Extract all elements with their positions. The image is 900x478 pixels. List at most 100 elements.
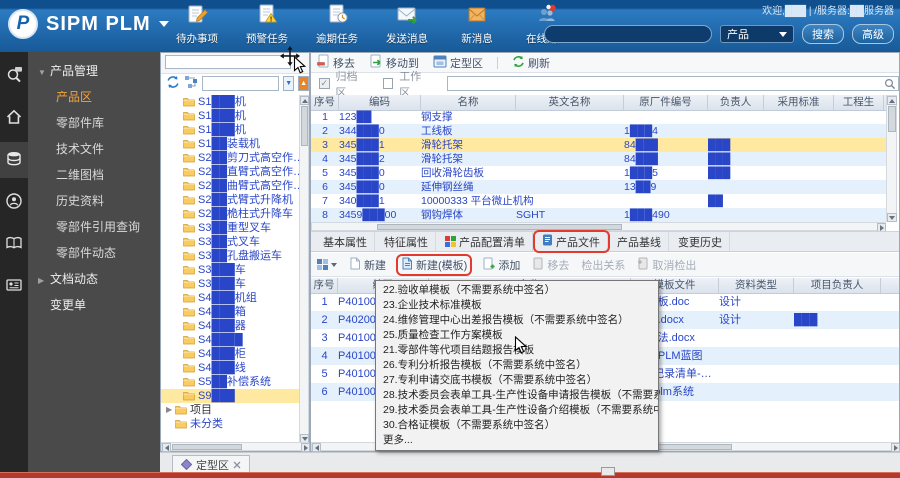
tree-item[interactable]: S3███车 <box>161 277 299 291</box>
workspace-checkbox[interactable] <box>383 78 394 89</box>
template-menu-item[interactable]: 23.企业技术标准模板 <box>376 298 658 313</box>
tree-filter-input[interactable] <box>165 55 291 69</box>
tree-item[interactable]: S2██曲臂式高空作… <box>161 179 299 193</box>
refresh-icon[interactable] <box>166 75 180 92</box>
tree-item[interactable]: S2██直臂式高空作… <box>161 165 299 179</box>
tree-item[interactable]: S3██重型叉车 <box>161 221 299 235</box>
side-menu-item[interactable]: ▼产品管理 <box>28 58 160 84</box>
side-menu-item[interactable]: ▶文档动态 <box>28 266 160 292</box>
cancel-checkout-button[interactable]: 取消检出 <box>637 257 696 273</box>
search-prev-button[interactable]: ▲ <box>298 76 309 91</box>
tree-item[interactable]: S1███机 <box>161 95 299 109</box>
search-next-button[interactable]: ▼ <box>283 76 294 91</box>
template-menu-item[interactable]: 22.验收单模板（不需要系统中签名） <box>376 283 658 298</box>
new-file-button[interactable]: 新建 <box>349 257 386 273</box>
tab-feature-attrs[interactable]: 特征属性 <box>377 232 436 251</box>
table-row[interactable]: 7340███110000333 平台微止机构██ <box>311 194 886 208</box>
side-menu-item[interactable]: 技术文件 <box>28 136 160 162</box>
rail-support-button[interactable] <box>0 184 28 220</box>
resize-handle[interactable] <box>601 467 615 476</box>
column-header[interactable]: 资料类型 <box>719 278 794 293</box>
tab-basic-attrs[interactable]: 基本属性 <box>316 232 375 251</box>
tree-item[interactable]: S4████ <box>161 333 299 347</box>
template-menu-item[interactable]: 27.专利申请交底书模板（不需要系统中签名） <box>376 373 658 388</box>
template-menu-item[interactable]: 26.专利分析报告模板（不需要系统中签名） <box>376 358 658 373</box>
table-row[interactable]: 6345███0延伸钢丝绳13██9 <box>311 180 886 194</box>
tab-product-files[interactable]: 产品文件 <box>535 232 608 251</box>
side-menu-item[interactable]: 二维图档 <box>28 162 160 188</box>
rail-idcard-button[interactable] <box>0 268 28 304</box>
side-menu-item[interactable]: 变更单 <box>28 292 160 318</box>
archive-zone-checkbox[interactable]: ✓ <box>319 78 330 89</box>
todo-items-button[interactable]: 待办事项 <box>170 3 224 46</box>
column-header[interactable]: 原厂件编号 <box>624 95 708 110</box>
template-menu-item[interactable]: 25.质量检查工作方案模板 <box>376 328 658 343</box>
tree-horizontal-scrollbar[interactable] <box>161 442 309 451</box>
tree-item[interactable]: S1██装载机 <box>161 137 299 151</box>
table-row[interactable]: 5345███0回收滑轮齿板1███5███ <box>311 166 886 180</box>
column-header[interactable]: 序号 <box>311 95 339 110</box>
tree-item[interactable]: S5██补偿系统 <box>161 375 299 389</box>
column-header[interactable]: 编码 <box>339 95 421 110</box>
view-mode-button[interactable] <box>317 259 337 270</box>
parts-table-hscrollbar[interactable] <box>311 222 886 231</box>
tree-item[interactable]: S3███车 <box>161 263 299 277</box>
tab-change-history[interactable]: 变更历史 <box>671 232 730 251</box>
table-row[interactable]: 1123██钢支撑 <box>311 110 886 124</box>
checkout-relation-button[interactable]: 检出关系 <box>581 257 625 273</box>
tab-product-baseline[interactable]: 产品基线 <box>610 232 669 251</box>
add-file-button[interactable]: 添加 <box>482 257 520 273</box>
template-menu-item[interactable]: 更多... <box>376 433 658 448</box>
new-message-button[interactable]: 新消息 <box>450 3 504 46</box>
tree-item[interactable]: S1███机 <box>161 123 299 137</box>
final-zone-button[interactable]: 定型区 <box>433 55 483 71</box>
warning-tasks-button[interactable]: 预警任务 <box>240 3 294 46</box>
column-header[interactable]: 工程生 <box>834 95 884 110</box>
parts-table-vscrollbar[interactable] <box>886 95 897 222</box>
side-menu-item[interactable]: 历史资料 <box>28 188 160 214</box>
search-button[interactable]: 搜索 <box>802 24 844 44</box>
send-message-button[interactable]: 发送消息 <box>380 3 434 46</box>
app-logo-menu[interactable]: P SIPM PLM <box>8 9 169 39</box>
template-menu-item[interactable]: 24.维修管理中心出差报告模板（不需要系统中签名） <box>376 313 658 328</box>
template-menu-item[interactable]: 21.零部件等代项目结题报告模板 <box>376 343 658 358</box>
tree-item[interactable]: 未分类 <box>161 417 299 431</box>
tree-search-input[interactable] <box>202 76 279 91</box>
list-filter-input[interactable] <box>447 76 900 91</box>
tree-item[interactable]: S4███箱 <box>161 305 299 319</box>
tree-item[interactable]: S4███线 <box>161 361 299 375</box>
table-row[interactable]: 2344███0工线板1███4 <box>311 124 886 138</box>
final-zone-tab[interactable]: 定型区 <box>172 455 250 473</box>
side-menu-item[interactable]: 零部件动态 <box>28 240 160 266</box>
table-row[interactable]: 3345███1滑轮托架84██████ <box>311 138 886 152</box>
column-header[interactable]: 名称 <box>421 95 516 110</box>
advanced-search-button[interactable]: 高级 <box>852 24 894 44</box>
side-menu-item[interactable]: 零部件引用查询 <box>28 214 160 240</box>
rail-home-button[interactable] <box>0 100 28 136</box>
template-menu-item[interactable]: 28.技术委员会表单工具-生产性设备申请报告模板（不需要系统中签名） <box>376 388 658 403</box>
tree-item[interactable]: S1███机 <box>161 109 299 123</box>
tree-item[interactable]: S9███ <box>161 389 299 403</box>
table-row[interactable]: 83459███00钢钩焊体SGHT1███490 <box>311 208 886 222</box>
tree-item[interactable]: S4███机组 <box>161 291 299 305</box>
tree-item[interactable]: S2██式臂式升降机 <box>161 193 299 207</box>
global-search-input[interactable] <box>544 25 712 43</box>
column-header[interactable]: 采用标准 <box>764 95 834 110</box>
tree-item[interactable]: S3██式叉车 <box>161 235 299 249</box>
column-header[interactable]: 负责人 <box>708 95 764 110</box>
tree-item[interactable]: S2██桅柱式升降车 <box>161 207 299 221</box>
column-header[interactable]: 序号 <box>311 278 338 293</box>
tree-vertical-scrollbar[interactable] <box>299 95 309 442</box>
refresh-button[interactable]: 刷新 <box>512 55 550 71</box>
tree-item[interactable]: S4███柜 <box>161 347 299 361</box>
tab-product-config[interactable]: 产品配置清单 <box>438 232 533 251</box>
rail-library-button[interactable] <box>0 226 28 262</box>
remove-file-button[interactable]: 移去 <box>532 257 569 273</box>
overdue-tasks-button[interactable]: 逾期任务 <box>310 3 364 46</box>
tree-item[interactable]: S4███器 <box>161 319 299 333</box>
tree-expand-icon[interactable]: ▶ <box>166 403 175 417</box>
rail-search-button[interactable] <box>0 58 28 94</box>
tree-item[interactable]: ▶项目 <box>161 403 299 417</box>
close-icon[interactable] <box>233 461 241 469</box>
search-category-dropdown[interactable]: 产品 <box>720 25 794 43</box>
